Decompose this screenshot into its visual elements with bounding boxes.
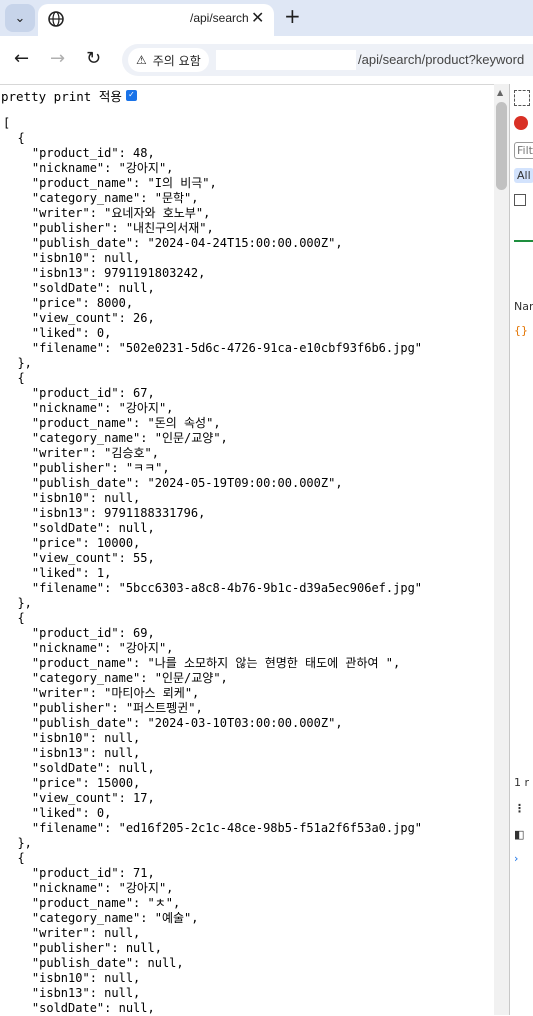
more-vertical-icon[interactable]: ⋮ (514, 802, 525, 815)
reload-icon[interactable]: ↻ (86, 48, 101, 69)
url-text: /api/search/product?keyword (358, 52, 525, 67)
globe-icon (48, 11, 64, 27)
redacted-host (216, 50, 356, 70)
new-tab-button[interactable]: + (284, 4, 301, 28)
security-chip[interactable]: ⚠ 주의 요함 (128, 48, 209, 72)
browser-toolbar: ← → ↻ ⚠ 주의 요함 /api/search/product?keywor… (0, 36, 533, 84)
inspect-icon[interactable] (514, 90, 530, 106)
vertical-scrollbar[interactable]: ▲ (494, 84, 509, 1015)
pretty-print-checkbox[interactable]: ✓ (125, 90, 137, 101)
forward-arrow-icon[interactable]: → (50, 48, 65, 69)
sidebar-toggle-icon[interactable]: ◧ (514, 828, 524, 841)
pretty-print-toggle[interactable]: pretty print 적용 ✓ (1, 86, 137, 105)
tab-title: /api/search (190, 11, 249, 25)
security-chip-label: 주의 요함 (152, 53, 201, 68)
close-icon[interactable]: ✕ (251, 8, 264, 27)
devtools-panel: Filt All Nan {} 1 r ⋮ ◧ › (509, 84, 533, 1015)
page-viewport: pretty print 적용 ✓ [ { "product_id": 48, … (0, 84, 509, 1016)
chevron-down-icon: ⌄ (14, 10, 26, 26)
filter-input[interactable]: Filt (514, 142, 533, 159)
json-file-icon: {} (514, 324, 528, 337)
tab-search-button[interactable]: ⌄ (5, 4, 35, 32)
scrollbar-thumb[interactable] (496, 102, 507, 190)
back-arrow-icon[interactable]: ← (14, 48, 29, 69)
json-output: [ { "product_id": 48, "nickname": "강아지",… (3, 116, 423, 1015)
chevron-right-icon[interactable]: › (514, 852, 518, 865)
all-filter-chip[interactable]: All (514, 168, 533, 183)
active-tab[interactable]: /api/search ✕ (38, 4, 274, 36)
devtools-checkbox[interactable] (514, 194, 526, 206)
timeline-bar (514, 240, 533, 242)
request-count: 1 r (514, 776, 530, 789)
scroll-up-icon[interactable]: ▲ (497, 88, 503, 97)
tab-strip: ⌄ /api/search ✕ + (0, 0, 533, 36)
address-bar[interactable]: ⚠ 주의 요함 /api/search/product?keyword (122, 44, 533, 76)
warning-icon: ⚠ (136, 53, 147, 67)
record-icon[interactable] (514, 116, 528, 130)
name-column-header: Nan (514, 300, 533, 313)
pretty-print-label: pretty print 적용 (1, 89, 122, 104)
